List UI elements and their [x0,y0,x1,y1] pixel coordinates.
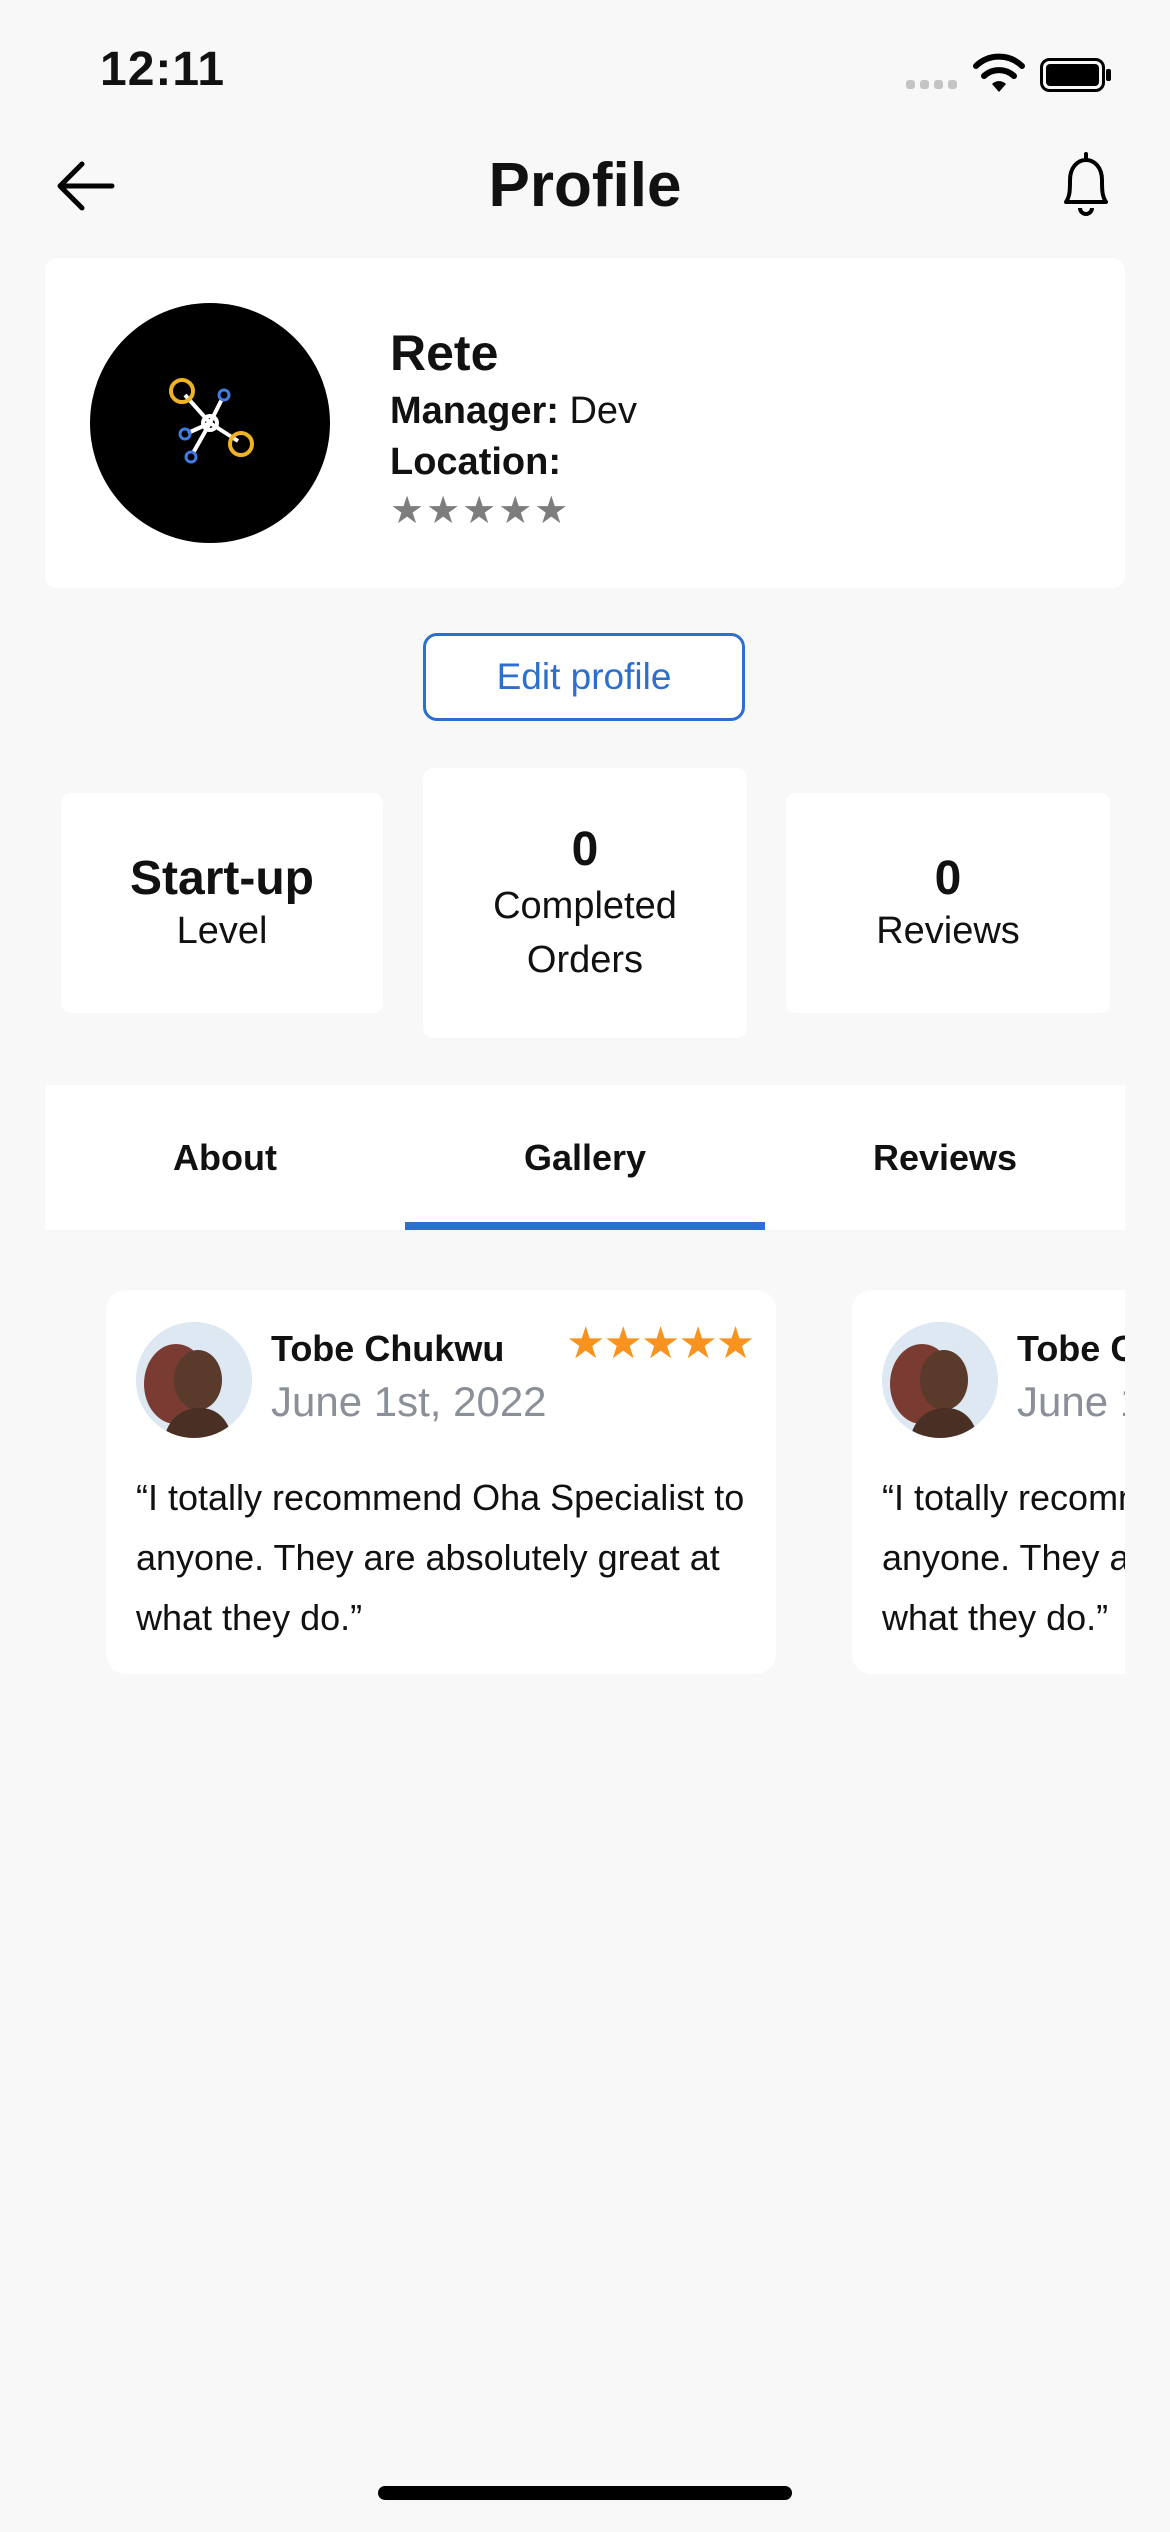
avatar [882,1322,998,1438]
level-stat-card: Start-up Level [61,793,383,1013]
battery-icon [1040,58,1111,92]
avatar [136,1322,252,1438]
profile-tabs: About Gallery Reviews [45,1085,1125,1230]
manager-label: Manager: [390,390,559,432]
edit-profile-button[interactable]: Edit profile [423,633,745,721]
reviews-value: 0 [934,851,962,905]
level-label: Level [176,909,268,952]
wifi-icon [973,53,1025,92]
reviews-label: Reviews [876,909,1020,952]
review-card[interactable]: Tobe Chukwu June 1st, 2022 ★★★★★ “I tota… [106,1290,776,1674]
profile-name: Rete [390,325,499,381]
reviewer-name: Tobe Chukwu [271,1328,505,1369]
review-carousel[interactable]: Tobe Chukwu June 1st, 2022 ★★★★★ “I tota… [45,1290,1125,1680]
level-value: Start-up [130,851,314,905]
review-date: June 1st, 2022 [271,1378,547,1425]
orders-label-line2: Orders [526,938,644,981]
home-indicator[interactable] [378,2486,792,2500]
manager-row: Manager: Dev [390,390,637,433]
rating-stars: ★★★★★ [390,490,571,532]
review-date: June 1st, 2022 [1017,1378,1125,1425]
review-card[interactable]: Tobe Chukwu June 1st, 2022 ★★★★★ “I tota… [852,1290,1125,1674]
company-logo [90,303,330,543]
location-label: Location: [390,441,561,483]
reviews-stat-card: 0 Reviews [786,793,1110,1013]
page-title: Profile [488,151,682,220]
manager-value: Dev [569,390,638,432]
orders-stat-card: 0 Completed Orders [423,768,747,1038]
tab-about[interactable]: About [45,1085,405,1230]
status-time: 12:11 [100,43,226,96]
profile-card: Rete Manager: Dev Location: ★★★★★ [45,258,1125,588]
cellular-signal-icon [906,80,960,90]
tab-gallery[interactable]: Gallery [405,1085,765,1230]
review-text: “I totally recommend Oha Specialist to a… [136,1477,745,1638]
bell-icon[interactable] [1056,150,1116,222]
review-stars: ★★★★★ [566,1319,755,1368]
orders-value: 0 [571,822,599,876]
review-text: “I totally recommend Oha Specialist to a… [882,1477,1125,1638]
network-logo-icon [169,378,254,464]
reviewer-name: Tobe Chukwu [1017,1328,1125,1369]
tab-reviews[interactable]: Reviews [765,1085,1125,1230]
orders-label-line1: Completed [493,884,677,927]
